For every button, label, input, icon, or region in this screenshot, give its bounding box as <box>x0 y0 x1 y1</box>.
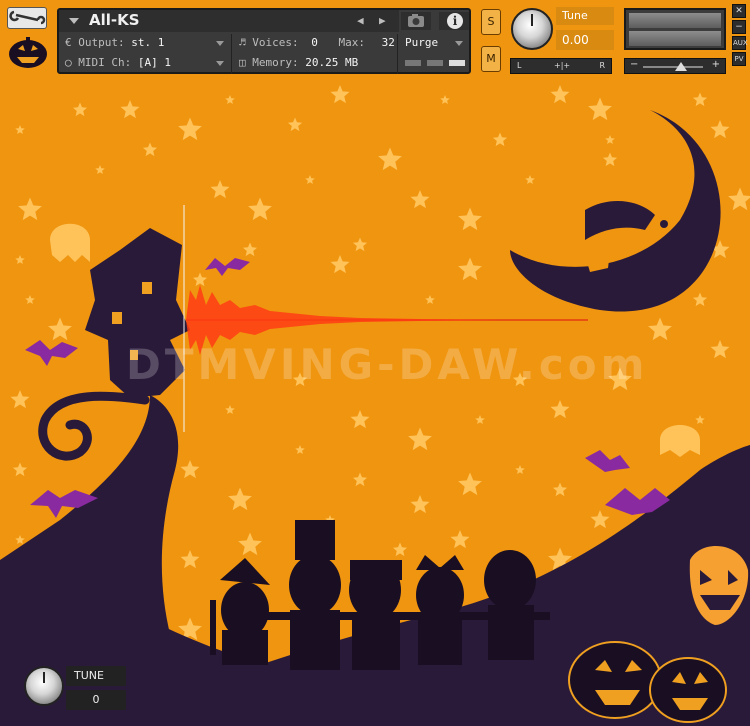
level-meter-right <box>629 31 721 46</box>
pan-right-label: R <box>599 61 605 70</box>
minimize-button[interactable]: − <box>732 20 746 34</box>
instrument-window: DTMVING-DAW.com All-KS ◀ ▶ i € Output: s… <box>0 0 750 726</box>
prev-instrument-icon[interactable]: ◀ <box>357 14 364 27</box>
midi-value: [A] 1 <box>137 56 171 69</box>
knob-indicator <box>43 672 45 683</box>
divider <box>397 34 398 74</box>
wrench-button[interactable] <box>7 7 47 29</box>
watermark-text: DTMVING-DAW.com <box>126 340 649 389</box>
instrument-info-panel: All-KS ◀ ▶ i € Output: st. 1 ♬ Voices: 0… <box>57 8 471 74</box>
pan-left-label: L <box>517 61 522 70</box>
voices-icon: ♬ <box>239 36 246 49</box>
volume-track <box>643 66 703 68</box>
solo-button[interactable]: S <box>481 9 501 35</box>
memory-row: ◫ Memory: 20.25 MB <box>239 54 358 72</box>
info-button[interactable]: i <box>439 12 469 30</box>
next-instrument-icon[interactable]: ▶ <box>379 14 386 27</box>
volume-plus: + <box>711 59 720 70</box>
purge-menu[interactable]: Purge <box>405 34 438 52</box>
pv-button[interactable]: PV <box>732 52 746 66</box>
meter-bar <box>449 60 465 66</box>
instrument-header: All-KS ◀ ▶ i € Output: st. 1 ♬ Voices: 0… <box>0 0 750 78</box>
voices-label: Voices: <box>252 36 299 49</box>
instrument-name[interactable]: All-KS <box>89 11 140 29</box>
purge-label: Purge <box>405 36 439 49</box>
menu-triangle-icon[interactable] <box>69 18 79 24</box>
max-voices-value[interactable]: 32 <box>382 36 395 49</box>
meter-bar <box>427 60 443 66</box>
volume-slider[interactable]: − + <box>624 58 726 74</box>
mute-button[interactable]: M <box>481 46 501 72</box>
memory-label: Memory: <box>252 56 299 69</box>
footer-tune-value[interactable]: 0 <box>66 690 126 710</box>
info-icon: i <box>447 13 463 29</box>
divider <box>231 34 232 74</box>
pan-slider[interactable]: L +|+ R <box>510 58 612 74</box>
camera-button[interactable] <box>401 12 431 30</box>
midi-icon: ◯ <box>65 56 72 69</box>
memory-value: 20.25 MB <box>305 56 359 69</box>
tune-knob[interactable] <box>511 8 553 50</box>
voices-value: 0 <box>311 36 318 49</box>
title-bar: All-KS ◀ ▶ <box>59 10 399 32</box>
pumpkin-logo-icon <box>9 37 47 68</box>
wrench-icon <box>9 10 46 25</box>
max-label: Max: <box>338 36 365 49</box>
output-dropdown-icon[interactable] <box>216 41 224 46</box>
level-meter-left <box>629 13 721 28</box>
tune-value[interactable]: 0.00 <box>556 30 614 50</box>
midi-label: MIDI Ch: <box>78 56 132 69</box>
tune-label: Tune <box>556 7 614 25</box>
footer-tune-label: TUNE <box>66 666 126 686</box>
voices-row: ♬ Voices: 0 Max: 32 <box>239 34 395 52</box>
footer-tune-knob[interactable] <box>24 666 64 706</box>
midi-dropdown-icon[interactable] <box>216 61 224 66</box>
pan-center-label: +|+ <box>554 61 571 70</box>
level-meter <box>624 8 726 50</box>
output-icon: € <box>65 36 72 49</box>
memory-icon: ◫ <box>239 56 246 69</box>
aux-button[interactable]: AUX <box>732 36 748 50</box>
midi-row[interactable]: ◯ MIDI Ch: [A] 1 <box>65 54 171 72</box>
volume-minus: − <box>630 59 639 70</box>
knob-indicator <box>531 14 533 26</box>
volume-handle[interactable] <box>675 62 687 71</box>
output-label: Output: <box>78 36 125 49</box>
close-button[interactable]: ✕ <box>732 4 746 18</box>
meter-bar <box>405 60 421 66</box>
purge-dropdown-icon[interactable] <box>455 41 463 46</box>
output-value: st. 1 <box>131 36 165 49</box>
output-row[interactable]: € Output: st. 1 <box>65 34 164 52</box>
camera-icon <box>408 14 424 27</box>
